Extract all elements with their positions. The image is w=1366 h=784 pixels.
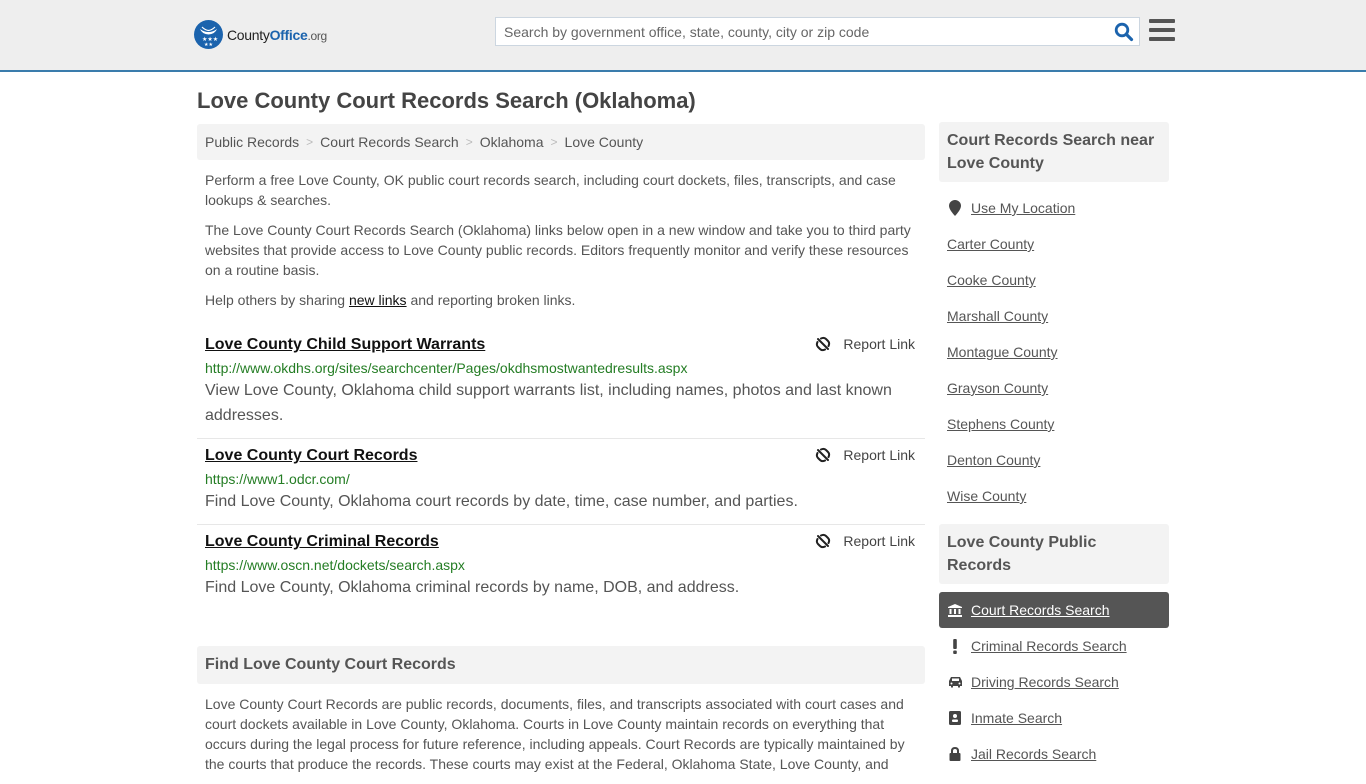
report-link-button[interactable]: Report Link: [815, 336, 915, 352]
nearby-county-item: Montague County: [939, 334, 1169, 370]
sidebar: Court Records Search near Love County Us…: [939, 122, 1169, 772]
breadcrumb-separator: >: [306, 135, 314, 149]
logo-org: .org: [307, 28, 327, 43]
logo-text: CountyOffice.org: [227, 27, 327, 43]
find-section-heading: Find Love County Court Records: [197, 646, 925, 684]
breadcrumb-separator: >: [550, 135, 558, 149]
result-url: http://www.okdhs.org/sites/searchcenter/…: [205, 360, 688, 376]
nearby-county-item: Denton County: [939, 442, 1169, 478]
result-item: Love County Child Support Warrants Repor…: [197, 328, 925, 439]
nearby-county-link[interactable]: Grayson County: [947, 380, 1048, 396]
main-content: Public Records > Court Records Search > …: [197, 124, 925, 784]
nearby-heading: Court Records Search near Love County: [939, 122, 1169, 182]
intro-paragraph-3: Help others by sharing new links and rep…: [205, 290, 917, 310]
nearby-county-link[interactable]: Denton County: [947, 452, 1040, 468]
report-link-button[interactable]: Report Link: [815, 533, 915, 549]
car-icon: [947, 676, 963, 688]
result-item: Love County Criminal Records Report Link…: [197, 525, 925, 610]
public-record-item-court-records[interactable]: Court Records Search: [939, 592, 1169, 628]
public-record-item-jail-records[interactable]: Jail Records Search: [939, 736, 1169, 772]
search-input[interactable]: [496, 18, 1096, 45]
nearby-county-item: Marshall County: [939, 298, 1169, 334]
breadcrumb-public-records[interactable]: Public Records: [205, 134, 299, 150]
site-search: [495, 17, 1140, 46]
svg-text:★★: ★★: [204, 42, 213, 48]
nearby-list: Use My Location Carter County Cooke Coun…: [939, 182, 1169, 524]
site-logo[interactable]: ★★★ ★★ CountyOffice.org: [194, 20, 327, 49]
result-description: Find Love County, Oklahoma criminal reco…: [205, 579, 740, 596]
logo-county: County: [227, 26, 270, 43]
use-my-location-item: Use My Location: [939, 190, 1169, 226]
report-link-button[interactable]: Report Link: [815, 447, 915, 463]
result-url: https://www.oscn.net/dockets/search.aspx: [205, 557, 465, 573]
criminal-records-search-link[interactable]: Criminal Records Search: [971, 638, 1127, 654]
broken-link-icon: [816, 533, 831, 549]
result-title-link[interactable]: Love County Criminal Records: [205, 532, 439, 552]
public-record-item-criminal-records[interactable]: Criminal Records Search: [939, 628, 1169, 664]
new-links-link[interactable]: new links: [349, 292, 407, 308]
site-header: ★★★ ★★ CountyOffice.org: [0, 0, 1366, 72]
broken-link-icon: [816, 447, 831, 463]
public-records-list: Court Records Search Criminal Records Se…: [939, 584, 1169, 772]
inmate-search-link[interactable]: Inmate Search: [971, 710, 1062, 726]
public-record-item-inmate-search[interactable]: Inmate Search: [939, 700, 1169, 736]
jail-records-search-link[interactable]: Jail Records Search: [971, 746, 1096, 762]
map-marker-icon: [947, 200, 963, 216]
results-list: Love County Child Support Warrants Repor…: [197, 328, 925, 610]
result-description: View Love County, Oklahoma child support…: [205, 382, 892, 424]
broken-link-icon: [816, 336, 831, 352]
breadcrumb-oklahoma[interactable]: Oklahoma: [480, 134, 544, 150]
result-item: Love County Court Records Report Link ht…: [197, 439, 925, 525]
breadcrumb-court-records-search[interactable]: Court Records Search: [320, 134, 459, 150]
result-description: Find Love County, Oklahoma court records…: [205, 493, 798, 510]
report-link-label: Report Link: [843, 533, 915, 549]
nearby-county-item: Grayson County: [939, 370, 1169, 406]
intro-help-text: Help others by sharing: [205, 292, 349, 308]
nearby-county-link[interactable]: Cooke County: [947, 272, 1036, 288]
hamburger-menu-icon[interactable]: [1149, 19, 1175, 43]
intro-text: Perform a free Love County, OK public co…: [197, 160, 925, 310]
page-title: Love County Court Records Search (Oklaho…: [197, 88, 696, 113]
result-url: https://www1.odcr.com/: [205, 471, 350, 487]
intro-help-text-end: and reporting broken links.: [406, 292, 576, 308]
intro-paragraph-1: Perform a free Love County, OK public co…: [205, 172, 896, 208]
report-link-label: Report Link: [843, 447, 915, 463]
use-my-location-link[interactable]: Use My Location: [971, 200, 1075, 216]
report-link-label: Report Link: [843, 336, 915, 352]
public-record-item-driving-records[interactable]: Driving Records Search: [939, 664, 1169, 700]
court-records-search-link[interactable]: Court Records Search: [971, 602, 1110, 618]
nearby-county-item: Wise County: [939, 478, 1169, 514]
public-records-heading: Love County Public Records: [939, 524, 1169, 584]
nearby-county-link[interactable]: Marshall County: [947, 308, 1048, 324]
logo-office: Office: [269, 26, 308, 43]
breadcrumb: Public Records > Court Records Search > …: [197, 124, 925, 160]
find-section-body: Love County Court Records are public rec…: [205, 696, 905, 772]
breadcrumb-separator: >: [465, 135, 473, 149]
courthouse-icon: [947, 603, 963, 617]
breadcrumb-love-county[interactable]: Love County: [565, 134, 644, 150]
nearby-county-link[interactable]: Montague County: [947, 344, 1058, 360]
nearby-county-item: Carter County: [939, 226, 1169, 262]
nearby-county-item: Cooke County: [939, 262, 1169, 298]
lock-icon: [947, 747, 963, 761]
nearby-county-link[interactable]: Wise County: [947, 488, 1026, 504]
exclamation-icon: [947, 638, 963, 654]
id-card-icon: [947, 711, 963, 725]
result-title-link[interactable]: Love County Child Support Warrants: [205, 335, 485, 355]
result-title-link[interactable]: Love County Court Records: [205, 446, 417, 466]
nearby-county-item: Stephens County: [939, 406, 1169, 442]
driving-records-search-link[interactable]: Driving Records Search: [971, 674, 1119, 690]
nearby-county-link[interactable]: Stephens County: [947, 416, 1054, 432]
search-icon[interactable]: [1114, 22, 1134, 42]
intro-paragraph-2: The Love County Court Records Search (Ok…: [205, 222, 911, 278]
nearby-county-link[interactable]: Carter County: [947, 236, 1034, 252]
logo-eagle-icon: ★★★ ★★: [194, 20, 223, 49]
find-court-records-section: Find Love County Court Records Love Coun…: [197, 646, 925, 784]
